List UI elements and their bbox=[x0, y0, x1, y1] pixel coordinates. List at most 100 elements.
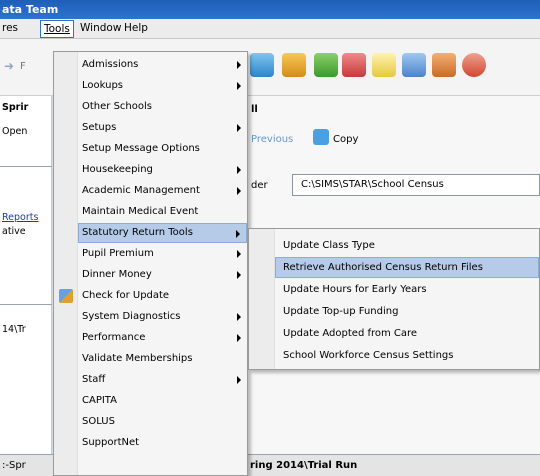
panel-title: Sprir bbox=[2, 102, 29, 113]
toolbar-fragment: F bbox=[20, 61, 26, 72]
menu-item-label: Housekeeping bbox=[82, 164, 153, 175]
clock-icon[interactable] bbox=[462, 53, 486, 77]
menu-item-system-diagnostics[interactable]: System Diagnostics bbox=[78, 307, 247, 327]
menu-item-maintain-medical-event[interactable]: Maintain Medical Event bbox=[78, 202, 247, 222]
menu-item-lookups[interactable]: Lookups bbox=[78, 76, 247, 96]
submenu-item-update-hours-for-early-years[interactable]: Update Hours for Early Years bbox=[275, 279, 539, 300]
menu-item-label: Staff bbox=[82, 374, 106, 385]
submenu-arrow-icon bbox=[236, 230, 240, 238]
back-arrow-icon[interactable]: ➜ bbox=[4, 59, 14, 73]
submenu-item-label: Update Top-up Funding bbox=[283, 306, 399, 317]
status-left: :-Spr bbox=[2, 460, 26, 471]
submenu-item-label: Update Class Type bbox=[283, 240, 375, 251]
menu-item-housekeeping[interactable]: Housekeeping bbox=[78, 160, 247, 180]
window-title-bar: ata Team bbox=[0, 0, 540, 19]
submenu-item-retrieve-authorised-census-return-files[interactable]: Retrieve Authorised Census Return Files bbox=[275, 257, 539, 278]
reports-link[interactable]: Reports bbox=[2, 212, 38, 223]
menu-item-dinner-money[interactable]: Dinner Money bbox=[78, 265, 247, 285]
submenu-arrow-icon bbox=[237, 313, 241, 321]
submenu-item-label: School Workforce Census Settings bbox=[283, 350, 454, 361]
menu-item-solus[interactable]: SOLUS bbox=[78, 412, 247, 432]
divider bbox=[0, 166, 52, 167]
submenu-item-school-workforce-census-settings[interactable]: School Workforce Census Settings bbox=[275, 345, 539, 366]
menu-item-setups[interactable]: Setups bbox=[78, 118, 247, 138]
menu-item-label: Setup Message Options bbox=[82, 143, 200, 154]
menu-item-check-for-update[interactable]: Check for Update bbox=[78, 286, 247, 306]
submenu-arrow-icon bbox=[237, 187, 241, 195]
folder-field[interactable]: C:\SIMS\STAR\School Census bbox=[292, 174, 540, 196]
people-icon[interactable] bbox=[282, 53, 306, 77]
statutory-return-submenu: Update Class Type Retrieve Authorised Cen… bbox=[248, 228, 540, 370]
menu-item-help[interactable]: Help bbox=[124, 22, 148, 34]
menu-item-setup-message-options[interactable]: Setup Message Options bbox=[78, 139, 247, 159]
submenu-item-update-adopted-from-care[interactable]: Update Adopted from Care bbox=[275, 323, 539, 344]
menu-item-label: CAPITA bbox=[82, 395, 117, 406]
menu-item-label: SupportNet bbox=[82, 437, 140, 448]
tools-dropdown-menu: Admissions Lookups Other Schools Setups Setu… bbox=[53, 51, 248, 476]
menu-item-label: Other Schools bbox=[82, 101, 152, 112]
submenu-item-label: Update Adopted from Care bbox=[283, 328, 418, 339]
menu-item-validate-memberships[interactable]: Validate Memberships bbox=[78, 349, 247, 369]
copy-icon bbox=[313, 129, 329, 145]
submenu-arrow-icon bbox=[237, 124, 241, 132]
menu-item-academic-management[interactable]: Academic Management bbox=[78, 181, 247, 201]
submenu-item-update-top-up-funding[interactable]: Update Top-up Funding bbox=[275, 301, 539, 322]
menu-item-pupil-premium[interactable]: Pupil Premium bbox=[78, 244, 247, 264]
menu-item-label: Academic Management bbox=[82, 185, 200, 196]
menu-item-label: Maintain Medical Event bbox=[82, 206, 199, 217]
previous-label: Previous bbox=[251, 134, 294, 145]
submenu-item-label: Update Hours for Early Years bbox=[283, 284, 427, 295]
menu-item-routines[interactable]: res bbox=[2, 22, 18, 34]
menu-item-performance[interactable]: Performance bbox=[78, 328, 247, 348]
panel-text: ative bbox=[2, 226, 26, 237]
book-red-icon[interactable] bbox=[342, 53, 366, 77]
menu-item-label: Setups bbox=[82, 122, 117, 133]
person-icon[interactable] bbox=[432, 53, 456, 77]
left-panel: Sprir Open Reports ative 14\Tr bbox=[0, 96, 52, 476]
menu-item-label: Admissions bbox=[82, 59, 139, 70]
submenu-gutter bbox=[249, 229, 275, 369]
menu-item-label: SOLUS bbox=[82, 416, 115, 427]
menu-item-tools[interactable]: Tools bbox=[40, 20, 74, 38]
books-icon[interactable] bbox=[314, 53, 338, 77]
submenu-arrow-icon bbox=[237, 166, 241, 174]
menu-item-label: Validate Memberships bbox=[82, 353, 193, 364]
menu-bar: res Tools Window Help bbox=[0, 19, 540, 39]
submenu-item-update-class-type[interactable]: Update Class Type bbox=[275, 235, 539, 256]
notes-icon[interactable] bbox=[372, 53, 396, 77]
detail-heading: ll bbox=[251, 104, 258, 115]
menu-item-label: Check for Update bbox=[82, 290, 170, 301]
calendar-icon[interactable] bbox=[250, 53, 274, 77]
menu-item-statutory-return-tools[interactable]: Statutory Return Tools bbox=[78, 223, 247, 243]
window-title: ata Team bbox=[2, 3, 59, 16]
submenu-arrow-icon bbox=[237, 250, 241, 258]
submenu-arrow-icon bbox=[237, 61, 241, 69]
submenu-item-label: Retrieve Authorised Census Return Files bbox=[283, 262, 483, 273]
menu-item-label: System Diagnostics bbox=[82, 311, 181, 322]
menu-item-other-schools[interactable]: Other Schools bbox=[78, 97, 247, 117]
copy-button[interactable]: Copy bbox=[333, 134, 358, 145]
submenu-arrow-icon bbox=[237, 376, 241, 384]
menu-item-label: Statutory Return Tools bbox=[82, 227, 193, 238]
menu-item-tools-label: Tools bbox=[44, 23, 70, 35]
previous-button[interactable]: Previous bbox=[251, 134, 293, 145]
menu-item-admissions[interactable]: Admissions bbox=[78, 55, 247, 75]
open-link[interactable]: Open bbox=[2, 126, 27, 137]
panel-path: 14\Tr bbox=[2, 324, 26, 335]
menu-item-label: Lookups bbox=[82, 80, 124, 91]
status-text: ring 2014\Trial Run bbox=[250, 460, 358, 471]
menu-item-label: Pupil Premium bbox=[82, 248, 154, 259]
menu-item-label: Dinner Money bbox=[82, 269, 152, 280]
folder-label: der bbox=[251, 180, 268, 191]
update-icon bbox=[59, 289, 73, 303]
menu-item-supportnet[interactable]: SupportNet bbox=[78, 433, 247, 453]
submenu-arrow-icon bbox=[237, 271, 241, 279]
submenu-arrow-icon bbox=[237, 334, 241, 342]
menu-item-window[interactable]: Window bbox=[80, 22, 121, 34]
menu-item-staff[interactable]: Staff bbox=[78, 370, 247, 390]
menu-gutter bbox=[54, 52, 78, 475]
submenu-arrow-icon bbox=[237, 82, 241, 90]
menu-item-capita[interactable]: CAPITA bbox=[78, 391, 247, 411]
divider bbox=[0, 304, 52, 305]
chart-icon[interactable] bbox=[402, 53, 426, 77]
